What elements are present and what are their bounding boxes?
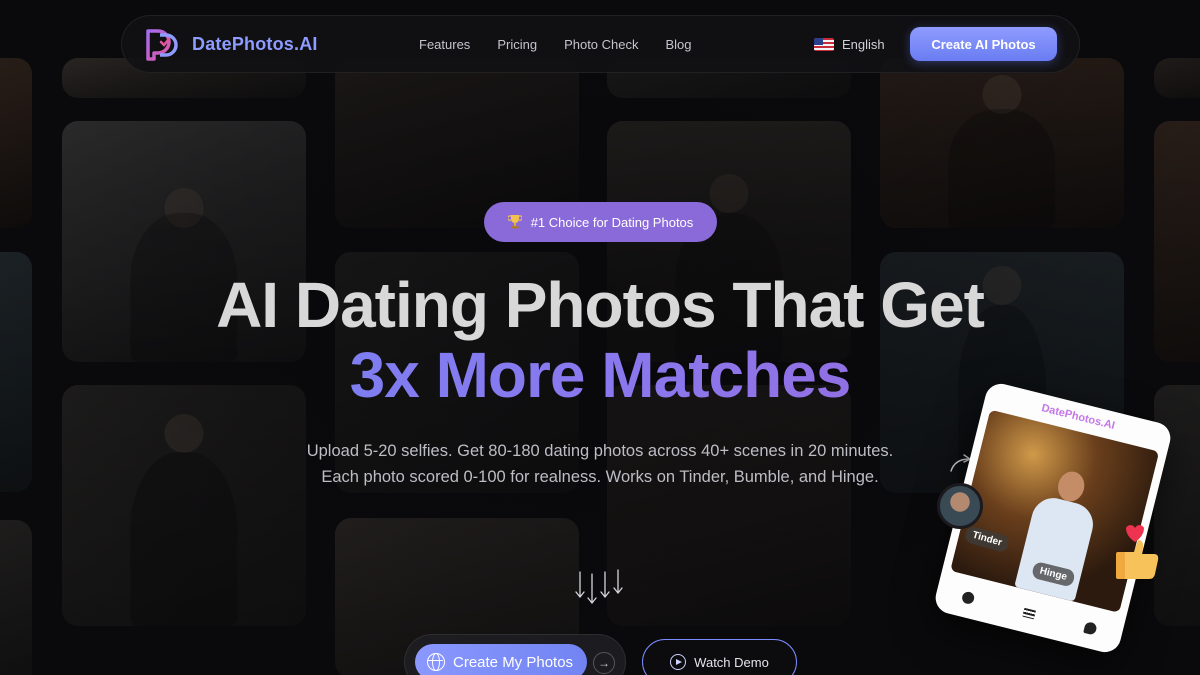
- chat-icon: [1083, 621, 1098, 636]
- scroll-down-arrows-icon: [574, 568, 626, 608]
- nav-link-pricing[interactable]: Pricing: [497, 37, 537, 52]
- avatar: [937, 483, 983, 529]
- primary-cta-container: Create My Photos →: [404, 634, 626, 675]
- nav-links: Features Pricing Photo Check Blog: [419, 37, 692, 52]
- nav-link-features[interactable]: Features: [419, 37, 470, 52]
- menu-icon: [1022, 607, 1037, 619]
- profile-icon: [960, 590, 976, 606]
- create-ai-photos-button[interactable]: Create AI Photos: [910, 27, 1057, 61]
- top-navbar: DatePhotos.AI Features Pricing Photo Che…: [121, 15, 1080, 73]
- hero-badge: #1 Choice for Dating Photos: [484, 202, 717, 242]
- brand-link[interactable]: DatePhotos.AI: [144, 27, 318, 61]
- watch-demo-button[interactable]: Watch Demo: [642, 639, 797, 675]
- thumbs-up-heart-icon: [1112, 522, 1166, 584]
- create-my-photos-label: Create My Photos: [453, 653, 574, 671]
- create-my-photos-button[interactable]: Create My Photos: [415, 644, 587, 675]
- language-label: English: [842, 36, 885, 52]
- globe-icon: [427, 653, 445, 671]
- nav-link-photo-check[interactable]: Photo Check: [564, 37, 638, 52]
- trophy-icon: [506, 214, 523, 230]
- hero-badge-text: #1 Choice for Dating Photos: [530, 214, 694, 230]
- us-flag-icon: [814, 37, 834, 51]
- brand-name: DatePhotos.AI: [192, 33, 318, 54]
- language-selector[interactable]: English: [814, 37, 885, 52]
- watch-demo-label: Watch Demo: [694, 654, 769, 670]
- play-icon: [670, 654, 687, 670]
- hero-title-line1: AI Dating Photos That Get: [216, 269, 985, 341]
- arrow-right-icon[interactable]: →: [593, 652, 615, 674]
- brand-logo-icon: [144, 27, 182, 61]
- nav-link-blog[interactable]: Blog: [666, 37, 692, 52]
